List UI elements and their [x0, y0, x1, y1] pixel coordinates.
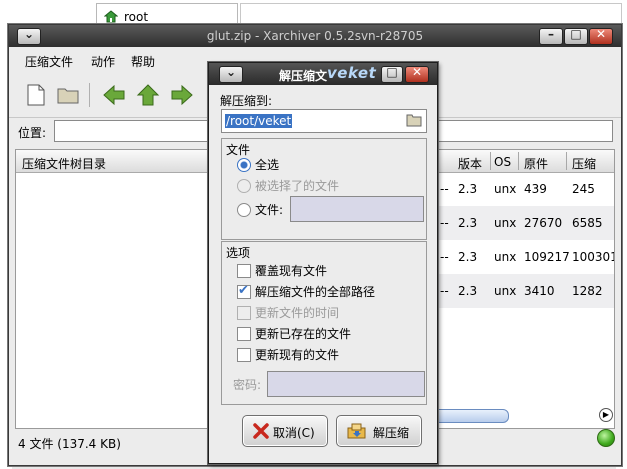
column-separator — [490, 152, 491, 170]
column-os[interactable]: OS — [494, 155, 511, 169]
toolbar-separator — [89, 83, 90, 107]
main-titlebar[interactable]: ⌄ glut.zip - Xarchiver 0.5.2svn-r28705 –… — [9, 25, 621, 47]
cancel-label: 取消(C) — [273, 426, 315, 440]
cancel-icon — [253, 423, 269, 439]
cell-version: 2.3 — [458, 284, 478, 298]
status-text: 4 文件 (137.4 KB) — [18, 437, 121, 451]
scroll-right-arrow-icon[interactable]: ▶ — [599, 408, 613, 422]
back-arrow-icon[interactable] — [101, 83, 127, 107]
window-title: glut.zip - Xarchiver 0.5.2svn-r28705 — [206, 29, 424, 43]
extract-archive-icon — [347, 423, 366, 439]
forward-arrow-icon[interactable] — [169, 83, 195, 107]
files-pattern-input[interactable] — [290, 196, 424, 222]
up-arrow-icon[interactable] — [135, 83, 161, 107]
files-group-title: 文件 — [226, 143, 251, 157]
open-folder-icon[interactable] — [55, 83, 81, 107]
extract-label: 解压缩 — [373, 426, 410, 440]
cell-original: 27670 — [524, 216, 563, 230]
dialog-close-button[interactable]: ✕ — [405, 65, 429, 83]
location-label: 位置: — [18, 126, 47, 140]
horizontal-scrollbar[interactable]: ▶ — [427, 407, 613, 423]
dialog-maximize-button[interactable]: □ — [381, 65, 403, 83]
file-list-panel[interactable]: 版本 OS 原件 压缩 -- 2.3 unx 439 245 -- 2.3 un… — [427, 149, 615, 429]
status-indicator-icon — [597, 429, 615, 447]
extract-dialog: ⌄ 解压缩文 veket □ ✕ 解压缩到: /root/veket 文件 全选… — [208, 62, 438, 464]
checkbox-fresh[interactable] — [237, 327, 251, 341]
dialog-titlebar[interactable]: ⌄ 解压缩文 veket □ ✕ — [209, 63, 437, 85]
extract-path-input[interactable]: /root/veket — [221, 109, 427, 133]
checkbox-full-path[interactable]: ✔ — [237, 283, 251, 299]
minimize-button[interactable]: – — [539, 27, 563, 45]
option-full-path-label[interactable]: 解压缩文件的全部路径 — [255, 283, 375, 300]
maximize-button[interactable]: □ — [564, 27, 588, 45]
extract-button[interactable]: 解压缩 — [336, 415, 422, 447]
file-list-header: 版本 OS 原件 压缩 — [428, 150, 614, 173]
password-label: 密码: — [233, 378, 262, 392]
tree-header-label: 压缩文件树目录 — [22, 157, 107, 171]
cancel-button[interactable]: 取消(C) — [242, 415, 328, 447]
cell-compressed: 1282 — [572, 284, 603, 298]
table-row[interactable]: -- 2.3 unx 3410 1282 — [428, 274, 614, 308]
archive-tree-panel[interactable]: 压缩文件树目录 — [15, 149, 209, 429]
cell-os: unx — [494, 250, 517, 264]
close-button[interactable]: ✕ — [589, 27, 613, 45]
cell-compressed: 6585 — [572, 216, 603, 230]
checkbox-overwrite[interactable] — [237, 264, 251, 278]
scrollbar-thumb[interactable] — [427, 409, 509, 423]
option-files-label[interactable]: 文件: — [255, 201, 283, 218]
column-original[interactable]: 原件 — [524, 155, 548, 172]
column-separator — [566, 152, 567, 170]
table-row[interactable]: -- 2.3 unx 27670 6585 — [428, 206, 614, 240]
column-separator — [518, 152, 519, 170]
cell-original: 109217 — [524, 250, 570, 264]
dialog-title-overlay: veket — [327, 64, 377, 82]
folder-icon[interactable] — [406, 113, 422, 127]
option-touch-label: 更新文件的时间 — [255, 306, 340, 320]
dialog-menu-button[interactable]: ⌄ — [219, 65, 243, 83]
checkbox-touch — [237, 306, 251, 320]
cell-version: 2.3 — [458, 250, 478, 264]
cell-original: 439 — [524, 182, 547, 196]
check-icon: ✔ — [238, 283, 249, 298]
menu-help[interactable]: 帮助 — [131, 53, 155, 70]
cell-dash: -- — [440, 182, 449, 196]
cell-os: unx — [494, 216, 517, 230]
cell-version: 2.3 — [458, 182, 478, 196]
column-compressed[interactable]: 压缩 — [572, 155, 596, 172]
cell-original: 3410 — [524, 284, 555, 298]
home-icon — [104, 10, 118, 23]
cell-dash: -- — [440, 284, 449, 298]
cell-compressed: 100301 — [572, 250, 615, 264]
tree-header[interactable]: 压缩文件树目录 — [16, 150, 208, 173]
radio-all[interactable] — [237, 158, 251, 172]
option-all-label[interactable]: 全选 — [255, 156, 279, 173]
password-input[interactable] — [267, 371, 425, 397]
cell-dash: -- — [440, 250, 449, 264]
new-file-icon[interactable] — [23, 83, 49, 107]
cell-os: unx — [494, 182, 517, 196]
background-root-label: root — [124, 10, 149, 24]
table-row[interactable]: -- 2.3 unx 439 245 — [428, 172, 614, 206]
table-row[interactable]: -- 2.3 unx 109217 100301 — [428, 240, 614, 274]
option-fresh-label[interactable]: 更新已存在的文件 — [255, 325, 351, 342]
column-version[interactable]: 版本 — [458, 155, 482, 172]
checkbox-update[interactable] — [237, 348, 251, 362]
menu-action[interactable]: 动作 — [91, 53, 115, 70]
extract-path-value: /root/veket — [225, 114, 293, 128]
radio-files[interactable] — [237, 203, 251, 217]
cell-dash: -- — [440, 216, 449, 230]
cell-os: unx — [494, 284, 517, 298]
extract-to-label: 解压缩到: — [220, 94, 273, 108]
cell-version: 2.3 — [458, 216, 478, 230]
cell-compressed: 245 — [572, 182, 595, 196]
option-selected-label: 被选择了的文件 — [255, 179, 340, 193]
menu-archive[interactable]: 压缩文件 — [25, 53, 73, 70]
options-group-title: 选项 — [226, 246, 251, 260]
option-update-label[interactable]: 更新现有的文件 — [255, 346, 339, 363]
dialog-title: 解压缩文 — [279, 69, 328, 83]
radio-selected — [237, 179, 251, 193]
option-overwrite-label[interactable]: 覆盖现有文件 — [255, 262, 327, 279]
